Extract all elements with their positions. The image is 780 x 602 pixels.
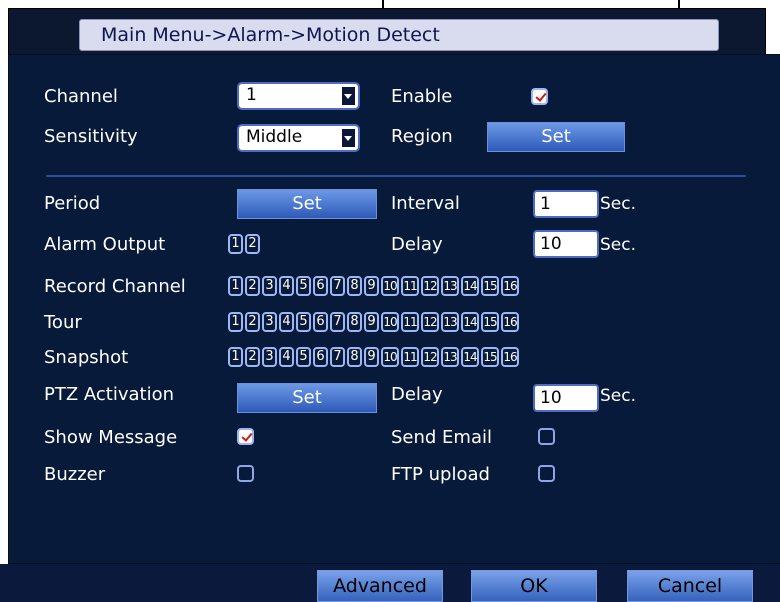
channel-toggle[interactable]: 4 <box>279 312 294 332</box>
sensitivity-select[interactable]: Middle <box>237 124 360 152</box>
show-message-label: Show Message <box>44 427 178 448</box>
interval-unit: Sec. <box>600 194 637 214</box>
channel-toggle[interactable]: 9 <box>364 312 379 332</box>
region-set-button[interactable]: Set <box>487 122 625 152</box>
interval-label: Interval <box>391 193 460 214</box>
advanced-button[interactable]: Advanced <box>317 570 443 602</box>
channel-toggle[interactable]: 10 <box>381 347 399 367</box>
channel-toggle[interactable]: 2 <box>245 234 260 254</box>
channel-select[interactable]: 1 <box>237 82 360 110</box>
title-bar: Main Menu->Alarm->Motion Detect <box>79 19 719 51</box>
channel-toggle[interactable]: 8 <box>347 312 362 332</box>
chevron-down-icon[interactable] <box>342 87 355 105</box>
channel-toggle[interactable]: 12 <box>421 276 439 296</box>
channel-toggle[interactable]: 16 <box>501 312 519 332</box>
delay-unit: Sec. <box>600 235 637 255</box>
channel-toggle[interactable]: 16 <box>501 276 519 296</box>
channel-toggle[interactable]: 9 <box>364 276 379 296</box>
region-label: Region <box>391 126 453 147</box>
ftp-upload-checkbox[interactable] <box>538 465 555 482</box>
divider <box>46 175 746 177</box>
channel-toggle[interactable]: 11 <box>401 347 419 367</box>
buzzer-checkbox[interactable] <box>237 465 254 482</box>
channel-toggle[interactable]: 15 <box>481 276 499 296</box>
channel-toggle[interactable]: 4 <box>279 276 294 296</box>
period-label: Period <box>44 193 101 214</box>
channel-toggle[interactable]: 15 <box>481 347 499 367</box>
buzzer-label: Buzzer <box>44 464 106 485</box>
show-message-checkbox[interactable] <box>237 428 254 445</box>
channel-toggle[interactable]: 9 <box>364 347 379 367</box>
send-email-checkbox[interactable] <box>538 428 555 445</box>
channel-toggle[interactable]: 7 <box>330 276 345 296</box>
cancel-button[interactable]: Cancel <box>627 570 753 602</box>
ptz-set-button[interactable]: Set <box>237 383 377 413</box>
channel-toggle[interactable]: 12 <box>421 347 439 367</box>
channel-toggle[interactable]: 2 <box>245 312 260 332</box>
channel-toggle[interactable]: 15 <box>481 312 499 332</box>
alarm-output-channels: 1 2 <box>228 234 260 254</box>
ok-button[interactable]: OK <box>471 570 597 602</box>
delay-unit: Sec. <box>600 386 637 406</box>
frame-tick <box>382 0 384 8</box>
channel-toggle[interactable]: 1 <box>228 234 243 254</box>
channel-toggle[interactable]: 14 <box>461 312 479 332</box>
channel-value: 1 <box>246 85 257 105</box>
delay-label: Delay <box>391 384 443 405</box>
delay-input[interactable]: 10 <box>533 384 599 412</box>
channel-toggle[interactable]: 13 <box>441 276 459 296</box>
enable-checkbox[interactable] <box>531 88 548 105</box>
channel-toggle[interactable]: 11 <box>401 276 419 296</box>
channel-toggle[interactable]: 6 <box>313 312 328 332</box>
sensitivity-label: Sensitivity <box>44 126 138 147</box>
channel-toggle[interactable]: 3 <box>262 347 277 367</box>
channel-toggle[interactable]: 12 <box>421 312 439 332</box>
delay-input[interactable]: 10 <box>533 230 599 258</box>
snapshot-label: Snapshot <box>44 347 129 368</box>
record-channel-label: Record Channel <box>44 276 186 297</box>
channel-toggle[interactable]: 13 <box>441 312 459 332</box>
tour-toggles: 1 2 3 4 5 6 7 8 9 10 11 12 13 14 15 16 <box>228 312 519 332</box>
channel-toggle[interactable]: 5 <box>296 276 311 296</box>
frame-tick <box>678 0 680 8</box>
send-email-label: Send Email <box>391 427 492 448</box>
channel-toggle[interactable]: 6 <box>313 276 328 296</box>
channel-toggle[interactable]: 4 <box>279 347 294 367</box>
channel-toggle[interactable]: 3 <box>262 312 277 332</box>
record-channel-toggles: 1 2 3 4 5 6 7 8 9 10 11 12 13 14 15 16 <box>228 276 519 296</box>
channel-toggle[interactable]: 5 <box>296 347 311 367</box>
sensitivity-value: Middle <box>246 127 303 147</box>
channel-toggle[interactable]: 8 <box>347 276 362 296</box>
ptz-activation-label: PTZ Activation <box>44 384 175 405</box>
channel-toggle[interactable]: 1 <box>228 347 243 367</box>
channel-toggle[interactable]: 6 <box>313 347 328 367</box>
interval-input[interactable]: 1 <box>533 190 599 218</box>
channel-toggle[interactable]: 10 <box>381 276 399 296</box>
channel-toggle[interactable]: 1 <box>228 312 243 332</box>
channel-toggle[interactable]: 3 <box>262 276 277 296</box>
channel-toggle[interactable]: 5 <box>296 312 311 332</box>
period-set-button[interactable]: Set <box>237 189 377 219</box>
delay-label: Delay <box>391 234 443 255</box>
tour-label: Tour <box>44 312 82 333</box>
channel-toggle[interactable]: 11 <box>401 312 419 332</box>
channel-toggle[interactable]: 2 <box>245 347 260 367</box>
channel-toggle[interactable]: 14 <box>461 276 479 296</box>
page-title: Main Menu->Alarm->Motion Detect <box>101 24 440 46</box>
channel-toggle[interactable]: 13 <box>441 347 459 367</box>
channel-toggle[interactable]: 7 <box>330 312 345 332</box>
channel-label: Channel <box>44 86 118 107</box>
channel-toggle[interactable]: 7 <box>330 347 345 367</box>
ftp-upload-label: FTP upload <box>391 464 490 485</box>
channel-toggle[interactable]: 14 <box>461 347 479 367</box>
channel-toggle[interactable]: 10 <box>381 312 399 332</box>
channel-toggle[interactable]: 16 <box>501 347 519 367</box>
alarm-output-label: Alarm Output <box>44 234 166 255</box>
channel-toggle[interactable]: 8 <box>347 347 362 367</box>
channel-toggle[interactable]: 2 <box>245 276 260 296</box>
chevron-down-icon[interactable] <box>342 129 355 147</box>
snapshot-toggles: 1 2 3 4 5 6 7 8 9 10 11 12 13 14 15 16 <box>228 347 519 367</box>
channel-toggle[interactable]: 1 <box>228 276 243 296</box>
enable-label: Enable <box>391 86 453 107</box>
